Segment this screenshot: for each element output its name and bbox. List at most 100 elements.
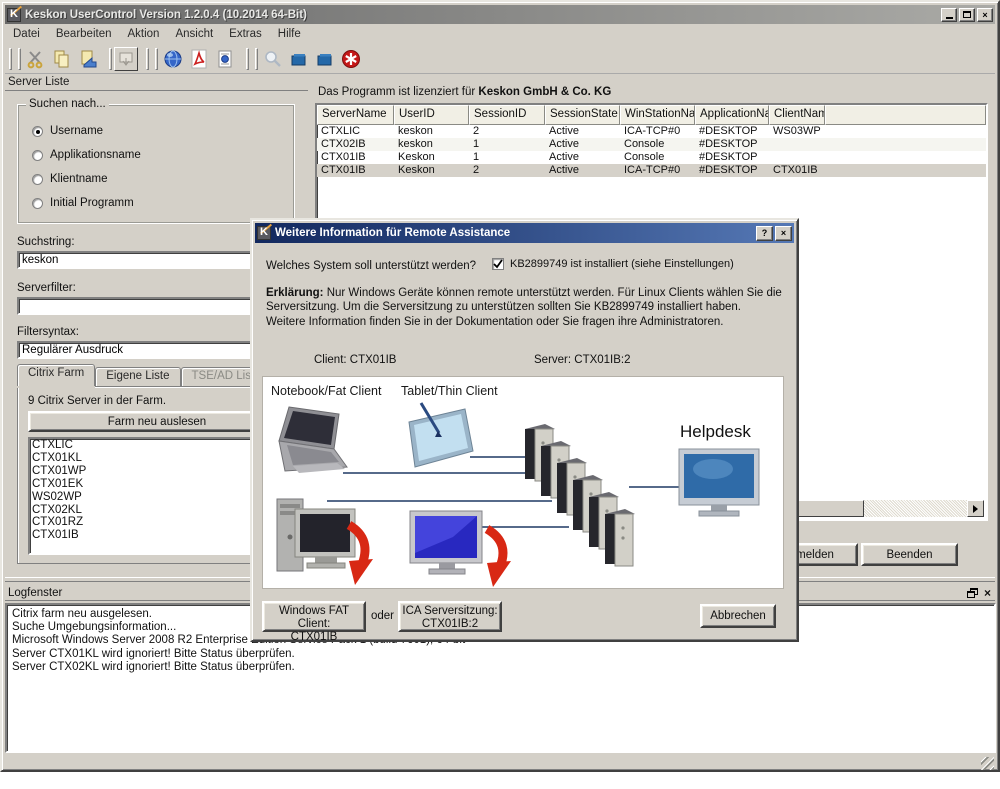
list-item[interactable]: CTX01KL	[30, 452, 284, 465]
radio-initial-programm-circle[interactable]	[32, 198, 43, 209]
toolbar-grip-3	[109, 48, 112, 70]
radio-applikationsname[interactable]: Applikationsname	[32, 149, 141, 161]
tablet-graphic	[409, 403, 473, 467]
radio-applikationsname-circle[interactable]	[32, 150, 43, 161]
tab-citrix-farm[interactable]: Citrix Farm	[17, 364, 95, 386]
menu-hilfe[interactable]: Hilfe	[270, 27, 309, 41]
cell: Keskon	[394, 151, 469, 164]
dialog-close-button[interactable]: ×	[775, 226, 792, 241]
close-button[interactable]: ×	[977, 8, 993, 22]
fat-client-button-line2: CTX01IB	[264, 631, 364, 644]
menu-aktion[interactable]: Aktion	[119, 27, 167, 41]
list-item[interactable]: WS02WP	[30, 491, 284, 504]
farm-refresh-button[interactable]: Farm neu auslesen	[28, 411, 286, 432]
toolbar	[5, 44, 995, 74]
server-listbox[interactable]: CTXLIC CTX01KL CTX01WP CTX01EK WS02WP CT…	[28, 437, 286, 555]
tablet-label: Tablet/Thin Client	[401, 384, 498, 398]
fat-client-button[interactable]: Windows FAT Client: CTX01IB	[262, 601, 366, 632]
cell: CTXLIC	[317, 125, 394, 138]
cut-icon[interactable]	[23, 46, 49, 72]
web-globe-icon[interactable]	[160, 46, 186, 72]
remote-arrow-2	[487, 529, 511, 587]
kb-checkbox[interactable]	[492, 258, 504, 270]
radio-username-circle[interactable]	[32, 126, 43, 137]
float-panel-icon[interactable]	[967, 588, 978, 598]
toolbar-grip[interactable]	[9, 48, 12, 70]
list-item[interactable]: CTX01IB	[30, 529, 284, 542]
app-window: K Keskon UserControl Version 1.2.0.4 (10…	[0, 0, 1000, 772]
beenden-button[interactable]: Beenden	[861, 543, 958, 566]
scroll-right-button[interactable]	[967, 500, 984, 517]
report-document-icon[interactable]	[212, 46, 238, 72]
helpdesk-label: Helpdesk	[680, 422, 751, 441]
cell: #DESKTOP	[695, 151, 769, 164]
close-panel-icon[interactable]: ×	[984, 588, 991, 598]
column-header[interactable]: ServerName	[317, 105, 394, 125]
farm-count-text: 9 Citrix Server in der Farm.	[28, 395, 166, 407]
cell: keskon	[394, 138, 469, 151]
list-item[interactable]: CTX01RZ	[30, 516, 284, 529]
table-row-selected[interactable]: CTX01IB Keskon 2 Active ICA-TCP#0 #DESKT…	[317, 164, 986, 177]
app-icon: K	[7, 8, 21, 22]
dialog-explanation: Erklärung: Nur Windows Geräte können rem…	[266, 286, 782, 329]
paste-icon[interactable]	[75, 46, 101, 72]
cell: #DESKTOP	[695, 138, 769, 151]
list-item[interactable]: CTX01EK	[30, 478, 284, 491]
radio-klientname[interactable]: Klientname	[32, 173, 108, 185]
column-header[interactable]: SessionID	[469, 105, 545, 125]
pdf-icon[interactable]	[186, 46, 212, 72]
cell: Active	[545, 125, 620, 138]
list-item[interactable]: CTX01WP	[30, 465, 284, 478]
minimize-button[interactable]	[941, 8, 957, 22]
cell	[769, 138, 825, 151]
table-row[interactable]: CTX01IB Keskon 1 Active Console #DESKTOP	[317, 151, 986, 164]
table-row[interactable]: CTXLIC keskon 2 Active ICA-TCP#0 #DESKTO…	[317, 125, 986, 138]
cell: 1	[469, 138, 545, 151]
connect-server-icon[interactable]	[312, 46, 338, 72]
cell: keskon	[394, 125, 469, 138]
or-label: oder	[371, 610, 394, 622]
connect-session-icon[interactable]	[286, 46, 312, 72]
radio-username[interactable]: Username	[32, 125, 103, 137]
menu-bearbeiten[interactable]: Bearbeiten	[48, 27, 120, 41]
maximize-button[interactable]	[959, 8, 975, 22]
radio-klientname-circle[interactable]	[32, 174, 43, 185]
column-header[interactable]: ApplicationName	[695, 105, 769, 125]
copy-icon[interactable]	[49, 46, 75, 72]
remote-assistance-dialog: K Weitere Information für Remote Assista…	[250, 218, 799, 642]
send-button-disabled	[114, 47, 138, 71]
menu-ansicht[interactable]: Ansicht	[167, 27, 221, 41]
log-line: Server CTX01KL wird ignoriert! Bitte Sta…	[12, 648, 989, 661]
list-item[interactable]: CTXLIC	[30, 439, 284, 452]
toolbar-grip-4	[146, 48, 149, 70]
assistance-diagram: Notebook/Fat Client Tablet/Thin Client H…	[262, 376, 784, 589]
status-bar	[5, 753, 995, 771]
column-header[interactable]: UserID	[394, 105, 469, 125]
dialog-help-button[interactable]: ?	[756, 226, 773, 241]
menu-extras[interactable]: Extras	[221, 27, 270, 41]
menu-datei[interactable]: Datei	[5, 27, 48, 41]
list-item[interactable]: CTX02KL	[30, 504, 284, 517]
cell: Keskon	[394, 164, 469, 177]
column-header[interactable]: SessionState	[545, 105, 620, 125]
radio-initial-programm-label: Initial Programm	[50, 197, 134, 209]
resize-grip[interactable]	[981, 757, 994, 770]
cell: ICA-TCP#0	[620, 164, 695, 177]
abort-icon[interactable]	[338, 46, 364, 72]
abbrechen-button[interactable]: Abbrechen	[700, 604, 776, 628]
table-row[interactable]: CTX02IB keskon 1 Active Console #DESKTOP	[317, 138, 986, 151]
kb-checkbox-row[interactable]: KB2899749 ist installiert (siehe Einstel…	[492, 258, 734, 270]
ica-session-button-line1: ICA Serversitzung:	[400, 605, 500, 618]
suchstring-label: Suchstring:	[17, 236, 75, 248]
cell: 2	[469, 125, 545, 138]
column-header[interactable]: ClientName	[769, 105, 825, 125]
column-header[interactable]: WinStationName	[620, 105, 695, 125]
cell: ICA-TCP#0	[620, 125, 695, 138]
cell: Active	[545, 151, 620, 164]
tab-eigene-liste[interactable]: Eigene Liste	[95, 367, 180, 386]
thin-client-monitor-graphic	[410, 511, 482, 574]
notebook-label: Notebook/Fat Client	[271, 384, 382, 398]
ica-session-button[interactable]: ICA Serversitzung: CTX01IB:2	[398, 601, 502, 632]
radio-initial-programm[interactable]: Initial Programm	[32, 197, 134, 209]
cell: CTX01IB	[317, 151, 394, 164]
